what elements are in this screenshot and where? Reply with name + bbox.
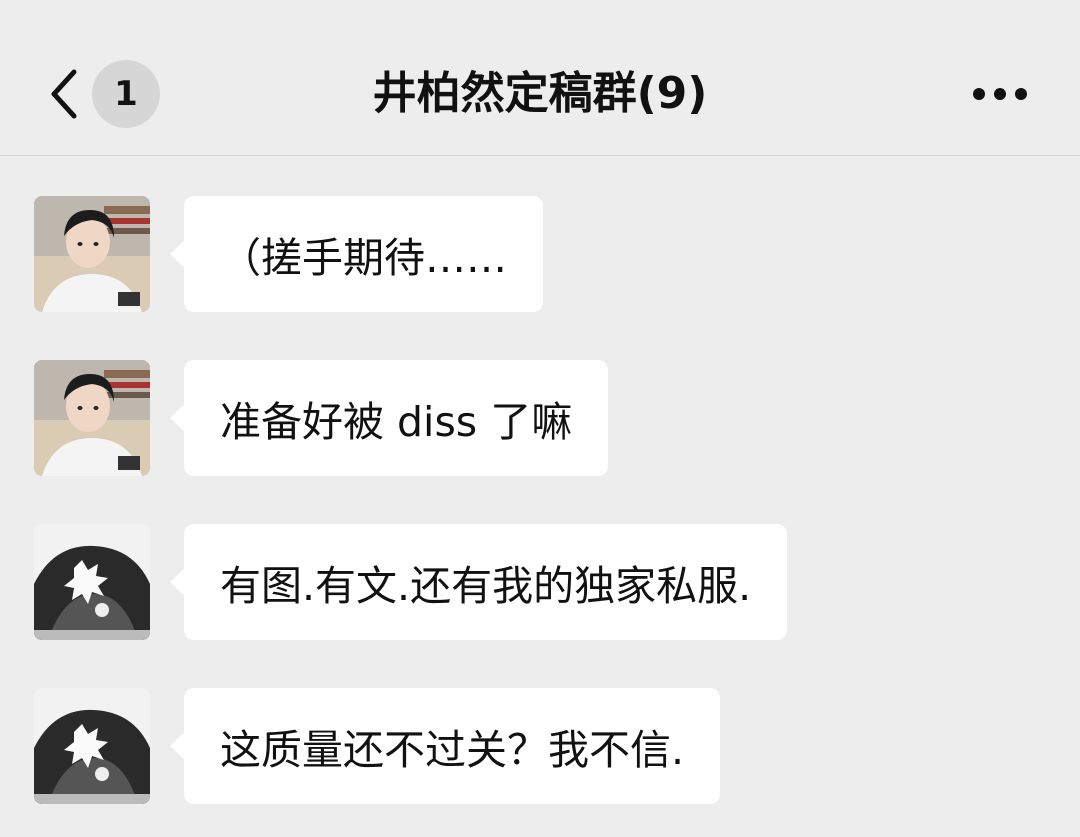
message-bubble[interactable]: 这质量还不过关？我不信. xyxy=(169,688,721,804)
back-button[interactable] xyxy=(40,64,88,124)
chat-header: 1 井柏然定稿群(9) xyxy=(0,0,1080,156)
message-row: 有图.有文.还有我的独家私服. xyxy=(0,524,1080,642)
unread-count-badge[interactable]: 1 xyxy=(92,60,160,128)
avatar-sketch-icon xyxy=(34,688,150,804)
message-bubble[interactable]: 准备好被 diss 了嘛 xyxy=(169,360,609,476)
chat-title: 井柏然定稿群(9) xyxy=(372,68,708,119)
avatar-photo-icon xyxy=(34,196,150,312)
more-dots-icon xyxy=(973,88,1027,100)
more-options-button[interactable] xyxy=(966,72,1034,116)
avatar[interactable] xyxy=(34,524,150,640)
avatar[interactable] xyxy=(34,360,150,476)
message-row: （搓手期待…… xyxy=(0,196,1080,314)
message-bubble[interactable]: （搓手期待…… xyxy=(170,196,543,312)
avatar-photo-icon xyxy=(34,360,150,476)
chevron-left-icon xyxy=(51,69,77,119)
avatar[interactable] xyxy=(34,688,150,804)
message-bubble[interactable]: 有图.有文.还有我的独家私服. xyxy=(169,524,788,640)
avatar-sketch-icon xyxy=(34,524,150,640)
message-row: 这质量还不过关？我不信. xyxy=(0,688,1080,806)
message-row: 准备好被 diss 了嘛 xyxy=(0,360,1080,478)
avatar[interactable] xyxy=(34,196,150,312)
chat-screen: 1 井柏然定稿群(9) （搓手期待…… 准备好被 diss 了嘛 有图.有文.还… xyxy=(0,0,1080,837)
